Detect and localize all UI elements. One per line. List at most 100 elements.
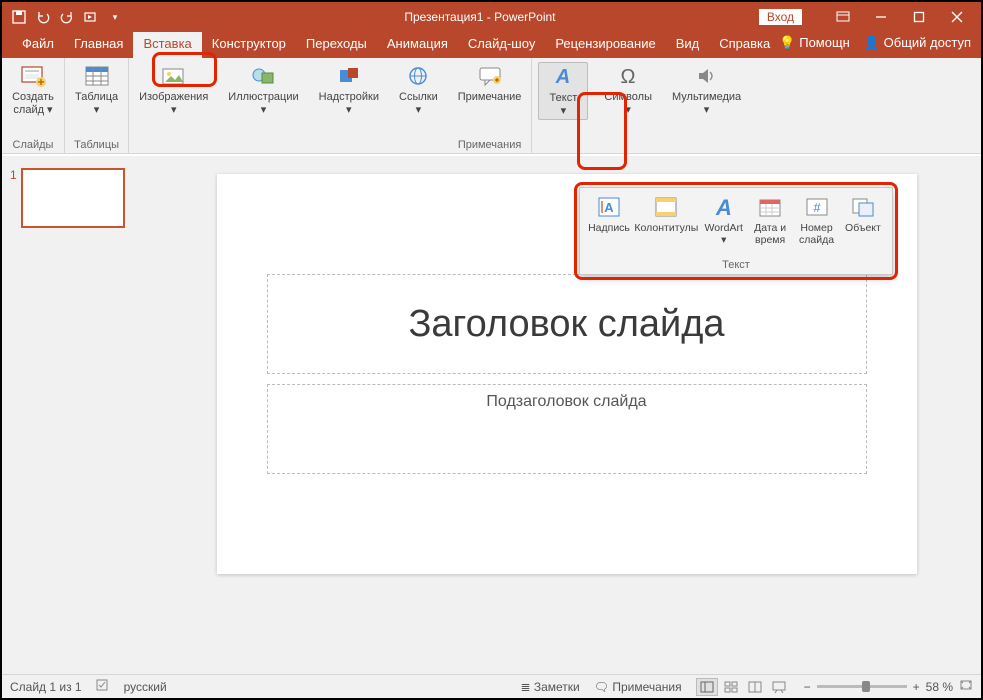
- close-button[interactable]: [939, 3, 975, 31]
- link-icon: [402, 64, 434, 88]
- tab-transitions[interactable]: Переходы: [296, 32, 377, 58]
- images-icon: [158, 64, 190, 88]
- share-button[interactable]: 👤 Общий доступ: [864, 35, 971, 51]
- comment-button[interactable]: Примечание: [454, 62, 526, 105]
- ribbon-group-addins: Надстройки ▾: [309, 58, 389, 153]
- ribbon-group-slides: Создать слайд ▾ Слайды: [2, 58, 65, 153]
- ribbon-group-text: A Текст ▾: [532, 58, 594, 153]
- slide-sorter-button[interactable]: [720, 678, 742, 696]
- tab-file[interactable]: Файл: [12, 32, 64, 58]
- shapes-icon: [247, 64, 279, 88]
- spellcheck-icon[interactable]: [96, 678, 110, 695]
- tab-animations[interactable]: Анимация: [377, 32, 458, 58]
- window-title: Презентация1 - PowerPoint: [202, 10, 758, 24]
- speaker-icon: [691, 64, 723, 88]
- qat-dropdown-icon[interactable]: ▾: [108, 10, 122, 24]
- zoom-slider[interactable]: [817, 685, 907, 688]
- table-button[interactable]: Таблица ▾: [71, 62, 122, 118]
- redo-icon[interactable]: [60, 10, 74, 24]
- tab-help[interactable]: Справка: [709, 32, 780, 58]
- header-footer-icon: [652, 194, 680, 220]
- svg-text:A: A: [555, 66, 570, 88]
- symbols-button[interactable]: Ω Символы ▾: [600, 62, 656, 118]
- comment-icon: [474, 64, 506, 88]
- new-slide-button[interactable]: Создать слайд ▾: [8, 62, 58, 118]
- textbox-button[interactable]: A Надпись: [586, 192, 632, 259]
- ribbon-group-tables: Таблица ▾ Таблицы: [65, 58, 129, 153]
- links-button[interactable]: Ссылки ▾: [395, 62, 442, 118]
- wordart-button[interactable]: A WordArt ▾: [701, 192, 747, 259]
- tab-home[interactable]: Главная: [64, 32, 133, 58]
- header-footer-button[interactable]: Колонтитулы: [632, 192, 700, 259]
- start-from-beginning-icon[interactable]: [84, 10, 98, 24]
- svg-text:A: A: [604, 200, 614, 215]
- tell-me-button[interactable]: 💡 Помощн: [779, 35, 849, 51]
- fit-to-window-button[interactable]: [959, 679, 973, 694]
- object-button[interactable]: Объект: [840, 192, 886, 259]
- zoom-level[interactable]: 58 %: [926, 680, 953, 694]
- text-icon: A: [547, 65, 579, 89]
- ribbon-group-comments: Примечание Примечания: [448, 58, 533, 153]
- comments-button[interactable]: 🗨 Примечания: [594, 680, 682, 694]
- text-button[interactable]: A Текст ▾: [538, 62, 588, 120]
- table-icon: [81, 64, 113, 88]
- slide-number-icon: #: [803, 194, 831, 220]
- lightbulb-icon: 💡: [779, 35, 795, 50]
- thumbnail-preview[interactable]: [21, 168, 125, 228]
- window-controls: Вход: [758, 3, 981, 31]
- maximize-button[interactable]: [901, 3, 937, 31]
- svg-text:#: #: [813, 200, 821, 215]
- svg-text:Ω: Ω: [621, 66, 636, 88]
- undo-icon[interactable]: [36, 10, 50, 24]
- slide-number-button[interactable]: # Номер слайда: [794, 192, 840, 259]
- thumbnail-number: 1: [10, 168, 17, 182]
- slideshow-button[interactable]: [768, 678, 790, 696]
- save-icon[interactable]: [12, 10, 26, 24]
- media-button[interactable]: Мультимедиа ▾: [668, 62, 745, 118]
- thumbnail-pane[interactable]: 1: [2, 156, 152, 674]
- tab-design[interactable]: Конструктор: [202, 32, 296, 58]
- ribbon-group-media: Мультимедиа ▾: [662, 58, 751, 153]
- slide-count[interactable]: Слайд 1 из 1: [10, 680, 82, 694]
- quick-access-toolbar: ▾: [2, 10, 202, 24]
- subtitle-placeholder[interactable]: Подзаголовок слайда: [267, 384, 867, 474]
- popup-group-label: Текст: [580, 259, 892, 274]
- login-button[interactable]: Вход: [758, 8, 803, 26]
- new-slide-icon: [17, 64, 49, 88]
- calendar-icon: [756, 194, 784, 220]
- ribbon-display-options-icon[interactable]: [825, 3, 861, 31]
- zoom-controls: − + 58 %: [804, 679, 973, 694]
- reading-view-button[interactable]: [744, 678, 766, 696]
- illustrations-button[interactable]: Иллюстрации ▾: [224, 62, 302, 118]
- addins-icon: [333, 64, 365, 88]
- ribbon-tabs: Файл Главная Вставка Конструктор Переход…: [2, 32, 981, 58]
- textbox-icon: A: [595, 194, 623, 220]
- slide-thumbnail-1[interactable]: 1: [10, 168, 144, 228]
- tab-slideshow[interactable]: Слайд-шоу: [458, 32, 545, 58]
- notes-button[interactable]: ≣ Заметки: [520, 680, 579, 694]
- title-placeholder[interactable]: Заголовок слайда: [267, 274, 867, 374]
- wordart-icon: A: [710, 194, 738, 220]
- svg-text:A: A: [715, 195, 732, 220]
- date-time-button[interactable]: Дата и время: [747, 192, 793, 259]
- ribbon-group-images: Изображения ▾: [129, 58, 218, 153]
- zoom-out-button[interactable]: −: [804, 680, 811, 694]
- tab-view[interactable]: Вид: [666, 32, 710, 58]
- normal-view-button[interactable]: [696, 678, 718, 696]
- language-label[interactable]: русский: [124, 680, 167, 694]
- ribbon-group-symbols: Ω Символы ▾: [594, 58, 662, 153]
- object-icon: [849, 194, 877, 220]
- text-gallery-popup: A Надпись Колонтитулы A WordArt ▾ Дата и…: [579, 187, 893, 275]
- ribbon: Создать слайд ▾ Слайды Таблица ▾ Таблицы…: [2, 58, 981, 154]
- images-button[interactable]: Изображения ▾: [135, 62, 212, 118]
- minimize-button[interactable]: [863, 3, 899, 31]
- view-buttons: [696, 678, 790, 696]
- tab-review[interactable]: Рецензирование: [545, 32, 665, 58]
- omega-icon: Ω: [612, 64, 644, 88]
- zoom-in-button[interactable]: +: [913, 680, 920, 694]
- tab-insert[interactable]: Вставка: [133, 32, 201, 58]
- person-icon: 👤: [864, 35, 880, 50]
- status-bar: Слайд 1 из 1 русский ≣ Заметки 🗨 Примеча…: [2, 674, 981, 698]
- ribbon-group-links: Ссылки ▾: [389, 58, 448, 153]
- addins-button[interactable]: Надстройки ▾: [315, 62, 383, 118]
